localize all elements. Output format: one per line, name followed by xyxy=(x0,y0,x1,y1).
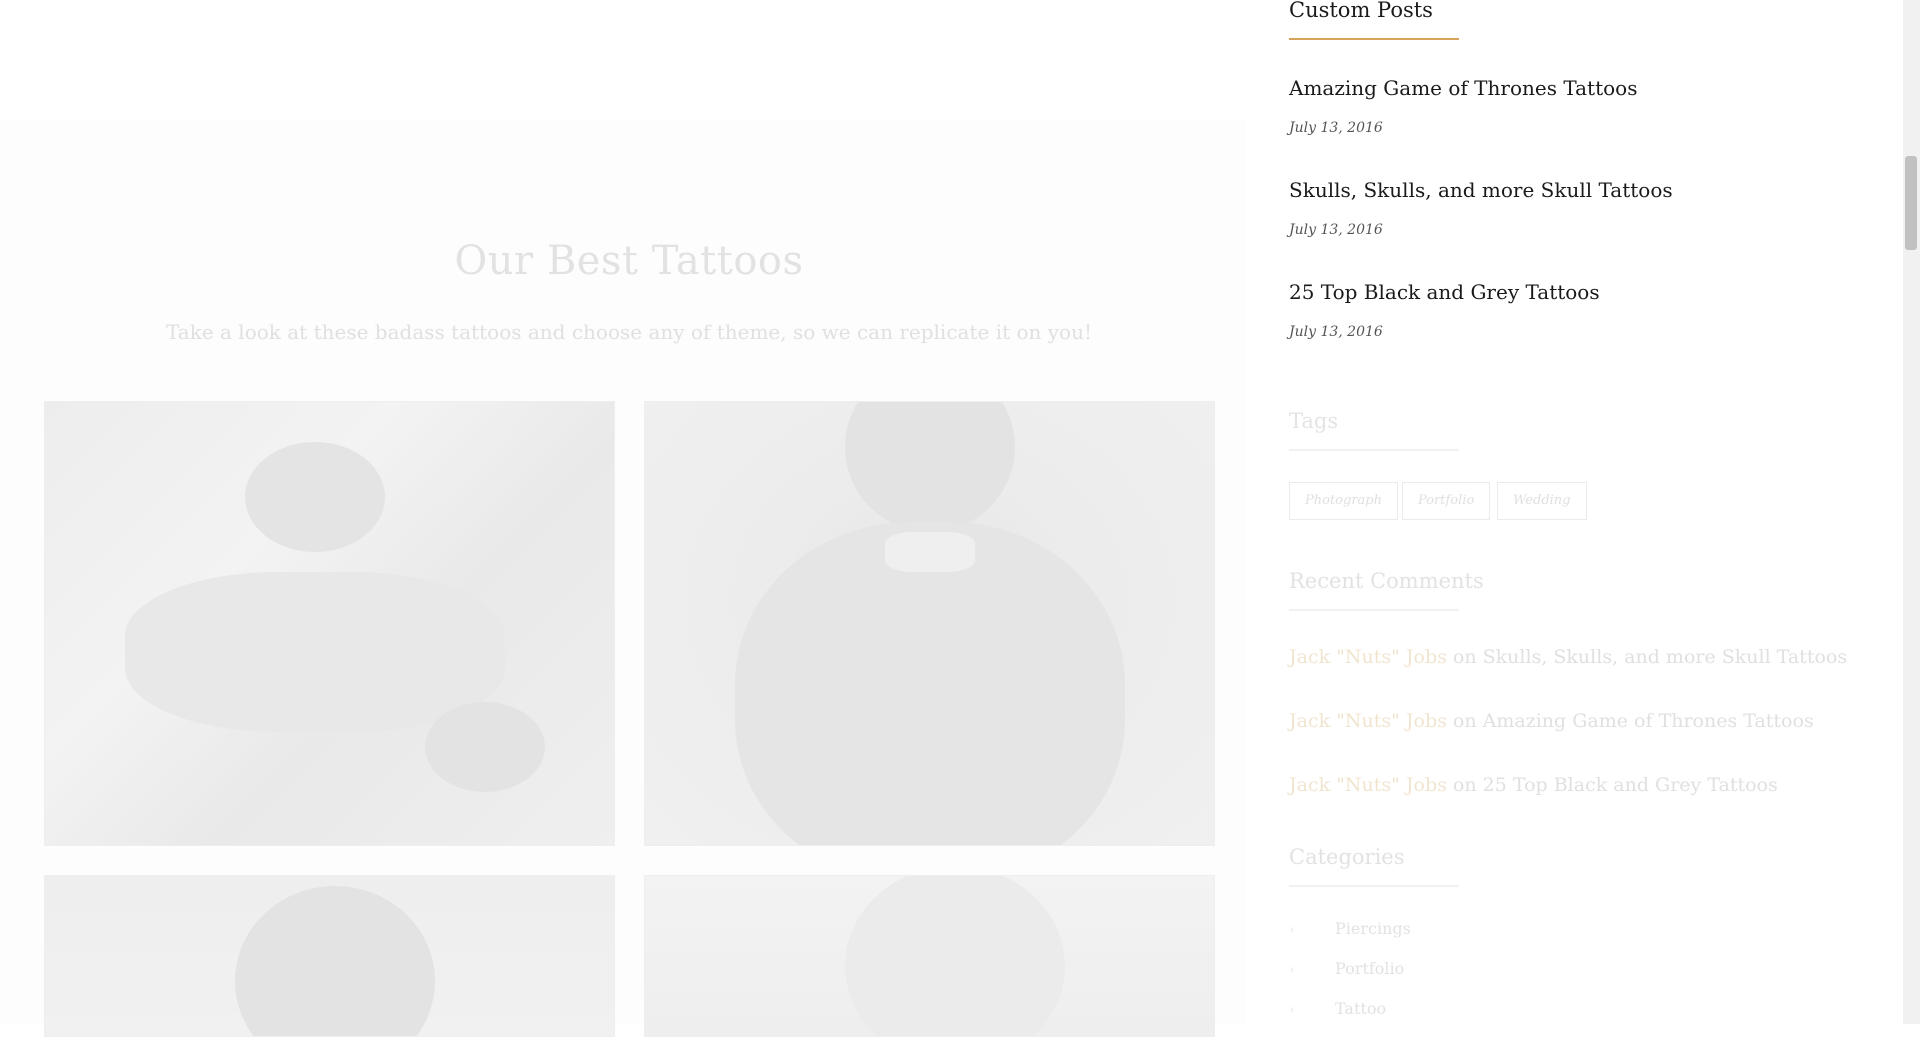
categories-title: Categories xyxy=(1289,845,1405,869)
tags-underline xyxy=(1289,449,1459,451)
photo-shape xyxy=(125,572,505,732)
photo-shape xyxy=(245,442,385,552)
category-item[interactable]: › Piercings xyxy=(1289,919,1411,938)
tags-title: Tags xyxy=(1289,409,1339,433)
page-scrollbar-track[interactable] xyxy=(1903,0,1920,1024)
photo-shape xyxy=(845,876,1065,1036)
page-scrollbar-thumb[interactable] xyxy=(1905,156,1917,250)
custom-post-link[interactable]: 25 Top Black and Grey Tattoos xyxy=(1289,280,1600,304)
category-label: Piercings xyxy=(1335,919,1411,938)
photo-shape xyxy=(235,886,435,1036)
comment-author-link[interactable]: Jack "Nuts" Jobs xyxy=(1289,710,1447,732)
recent-comment: Jack "Nuts" Jobs on 25 Top Black and Gre… xyxy=(1289,774,1778,796)
gallery-image-1[interactable] xyxy=(44,401,615,846)
comment-author-link[interactable]: Jack "Nuts" Jobs xyxy=(1289,646,1447,668)
comment-post-link[interactable]: 25 Top Black and Grey Tattoos xyxy=(1483,774,1778,796)
category-label: Portfolio xyxy=(1335,959,1405,978)
gallery-image-4[interactable] xyxy=(644,875,1215,1037)
comment-post-link[interactable]: Skulls, Skulls, and more Skull Tattoos xyxy=(1483,646,1847,668)
custom-posts-underline xyxy=(1289,38,1459,40)
custom-post-date: July 13, 2016 xyxy=(1289,324,1383,340)
recent-comments-underline xyxy=(1289,609,1459,611)
photo-shape xyxy=(425,702,545,792)
gallery-image-2[interactable] xyxy=(644,401,1215,846)
comment-on-text: on xyxy=(1452,710,1477,732)
category-label: Tattoo xyxy=(1335,999,1387,1018)
categories-underline xyxy=(1289,885,1459,887)
custom-post-link[interactable]: Skulls, Skulls, and more Skull Tattoos xyxy=(1289,178,1673,202)
tag-wedding[interactable]: Wedding xyxy=(1497,482,1587,520)
main-content: Our Best Tattoos Take a look at these ba… xyxy=(0,0,1246,1037)
recent-comments-title: Recent Comments xyxy=(1289,569,1484,593)
section-title: Our Best Tattoos xyxy=(454,238,804,284)
photo-shape xyxy=(885,532,975,572)
category-item[interactable]: › Portfolio xyxy=(1289,959,1404,978)
custom-post-date: July 13, 2016 xyxy=(1289,222,1383,238)
recent-comment: Jack "Nuts" Jobs on Amazing Game of Thro… xyxy=(1289,710,1814,732)
photo-shape xyxy=(845,402,1015,532)
category-item[interactable]: › Tattoo xyxy=(1289,999,1386,1018)
comment-on-text: on xyxy=(1452,646,1477,668)
chevron-right-icon: › xyxy=(1289,962,1295,978)
comment-on-text: on xyxy=(1452,774,1477,796)
tag-photograph[interactable]: Photograph xyxy=(1289,482,1398,520)
comment-post-link[interactable]: Amazing Game of Thrones Tattoos xyxy=(1483,710,1814,732)
custom-posts-title: Custom Posts xyxy=(1289,0,1433,22)
custom-post-link[interactable]: Amazing Game of Thrones Tattoos xyxy=(1289,76,1637,100)
tag-portfolio[interactable]: Portfolio xyxy=(1402,482,1491,520)
recent-comment: Jack "Nuts" Jobs on Skulls, Skulls, and … xyxy=(1289,646,1847,668)
chevron-right-icon: › xyxy=(1289,922,1295,938)
top-blank-area xyxy=(0,0,1246,120)
comment-author-link[interactable]: Jack "Nuts" Jobs xyxy=(1289,774,1447,796)
custom-post-date: July 13, 2016 xyxy=(1289,120,1383,136)
section-subtitle: Take a look at these badass tattoos and … xyxy=(166,320,1092,344)
chevron-right-icon: › xyxy=(1289,1002,1295,1018)
gallery-image-3[interactable] xyxy=(44,875,615,1037)
